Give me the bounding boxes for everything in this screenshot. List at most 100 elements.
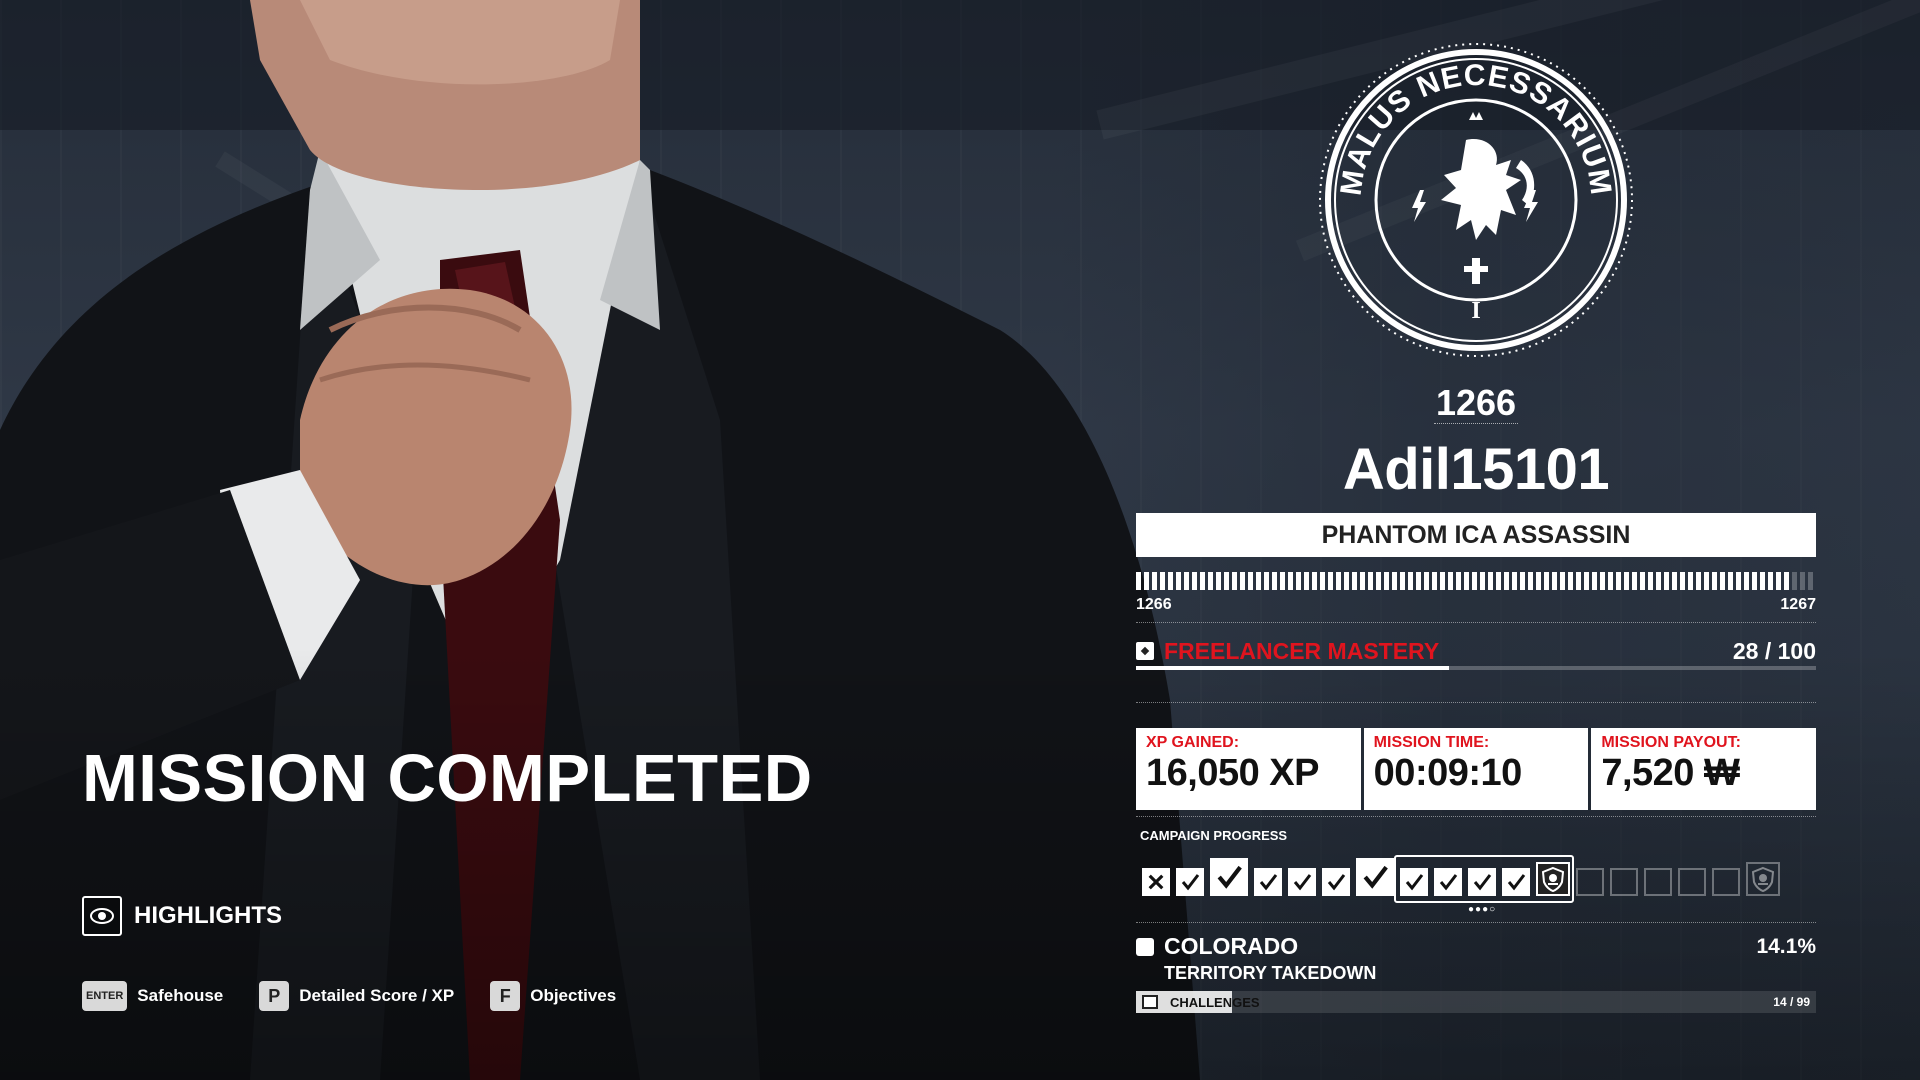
xp-segment (1280, 572, 1285, 590)
location-subtitle: TERRITORY TAKEDOWN (1164, 963, 1377, 983)
xp-segment (1784, 572, 1789, 590)
xp-segment (1144, 572, 1149, 590)
xp-segment (1304, 572, 1309, 590)
xp-segment (1136, 572, 1141, 590)
malus-necessarium-emblem: MALUS NECESSARIUM I (1319, 43, 1633, 357)
challenges-bar: CHALLENGES 14 / 99 (1136, 991, 1816, 1013)
xp-segment (1544, 572, 1549, 590)
xp-segment (1208, 572, 1213, 590)
xp-segment (1608, 572, 1613, 590)
xp-segment (1376, 572, 1381, 590)
challenges-count: 14 / 99 (1773, 995, 1810, 1009)
xp-segment (1352, 572, 1357, 590)
xp-segment (1320, 572, 1325, 590)
xp-segment (1392, 572, 1397, 590)
xp-segment (1384, 572, 1389, 590)
next-level-label: 1267 (1780, 596, 1816, 613)
xp-segment (1704, 572, 1709, 590)
xp-segment (1776, 572, 1781, 590)
divider (1136, 922, 1816, 923)
xp-segment (1264, 572, 1269, 590)
xp-segment (1216, 572, 1221, 590)
xp-segment (1448, 572, 1453, 590)
campaign-check-icon (1254, 868, 1282, 896)
xp-progress-bar (1136, 572, 1816, 590)
mission-payout-label: MISSION PAYOUT: (1601, 734, 1741, 751)
xp-segment (1248, 572, 1253, 590)
xp-segment (1768, 572, 1773, 590)
xp-segment (1184, 572, 1189, 590)
xp-segment (1592, 572, 1597, 590)
xp-segment (1312, 572, 1317, 590)
safehouse-control[interactable]: ENTER Safehouse (82, 981, 223, 1011)
objectives-label: Objectives (530, 986, 617, 1005)
xp-segment (1488, 572, 1493, 590)
mission-time-label: MISSION TIME: (1373, 734, 1490, 751)
xp-segment (1456, 572, 1461, 590)
xp-segment (1152, 572, 1157, 590)
xp-segment (1464, 572, 1469, 590)
enter-key-icon: ENTER (82, 981, 128, 1011)
xp-segment (1616, 572, 1621, 590)
divider (1136, 702, 1816, 703)
xp-segment (1680, 572, 1685, 590)
xp-segment (1168, 572, 1173, 590)
xp-segment (1296, 572, 1301, 590)
campaign-empty-slot (1610, 868, 1638, 896)
xp-segment (1256, 572, 1261, 590)
xp-segment (1400, 572, 1405, 590)
xp-segment (1624, 572, 1629, 590)
xp-segment (1232, 572, 1237, 590)
xp-segment (1648, 572, 1653, 590)
objectives-control[interactable]: F Objectives (490, 981, 616, 1011)
xp-segment (1664, 572, 1669, 590)
rank-title: PHANTOM ICA ASSASSIN (1321, 520, 1631, 549)
xp-segment (1360, 572, 1365, 590)
campaign-current-group (1394, 855, 1574, 903)
xp-segment (1480, 572, 1485, 590)
xp-segment (1656, 572, 1661, 590)
campaign-failed-icon (1142, 868, 1170, 896)
campaign-empty-slot (1678, 868, 1706, 896)
xp-segment (1336, 572, 1341, 590)
xp-segment (1344, 572, 1349, 590)
xp-segment (1760, 572, 1765, 590)
campaign-progress-track: ●●●○ (1142, 850, 1816, 915)
xp-segment (1744, 572, 1749, 590)
xp-segment (1160, 572, 1165, 590)
xp-segment (1752, 572, 1757, 590)
safehouse-label: Safehouse (137, 986, 224, 1005)
highlights-label: HIGHLIGHTS (134, 902, 282, 929)
xp-segment (1176, 572, 1181, 590)
xp-segment (1424, 572, 1429, 590)
xp-segment (1520, 572, 1525, 590)
xp-segment (1600, 572, 1605, 590)
xp-gained-label: XP GAINED: (1146, 734, 1240, 751)
challenges-label: CHALLENGES (1170, 994, 1260, 1010)
location-row: COLORADO 14.1% (1136, 933, 1816, 960)
xp-segment (1240, 572, 1245, 590)
xp-segment (1440, 572, 1445, 590)
mission-payout-stat: MISSION PAYOUT: 7,520 ₩ (1591, 728, 1817, 810)
xp-segment (1728, 572, 1733, 590)
player-level-value: 1266 (1433, 382, 1519, 424)
nvidia-highlights-icon (82, 896, 122, 936)
xp-segment (1536, 572, 1541, 590)
xp-segment (1568, 572, 1573, 590)
mastery-progress-track (1136, 666, 1816, 670)
highlights-button[interactable]: HIGHLIGHTS (82, 896, 282, 936)
freelancer-mastery-icon (1136, 642, 1154, 660)
p-key-icon: P (259, 981, 290, 1011)
xp-segment (1512, 572, 1517, 590)
location-name: COLORADO (1164, 933, 1299, 959)
svg-text:I: I (1471, 298, 1480, 324)
campaign-empty-slot (1712, 868, 1740, 896)
xp-segment (1496, 572, 1501, 590)
xp-segment (1200, 572, 1205, 590)
current-level-label: 1266 (1136, 596, 1172, 613)
xp-segment (1672, 572, 1677, 590)
detailed-score-control[interactable]: P Detailed Score / XP (259, 981, 454, 1011)
location-icon (1136, 937, 1154, 956)
challenges-icon (1142, 995, 1158, 1009)
xp-segment (1472, 572, 1477, 590)
